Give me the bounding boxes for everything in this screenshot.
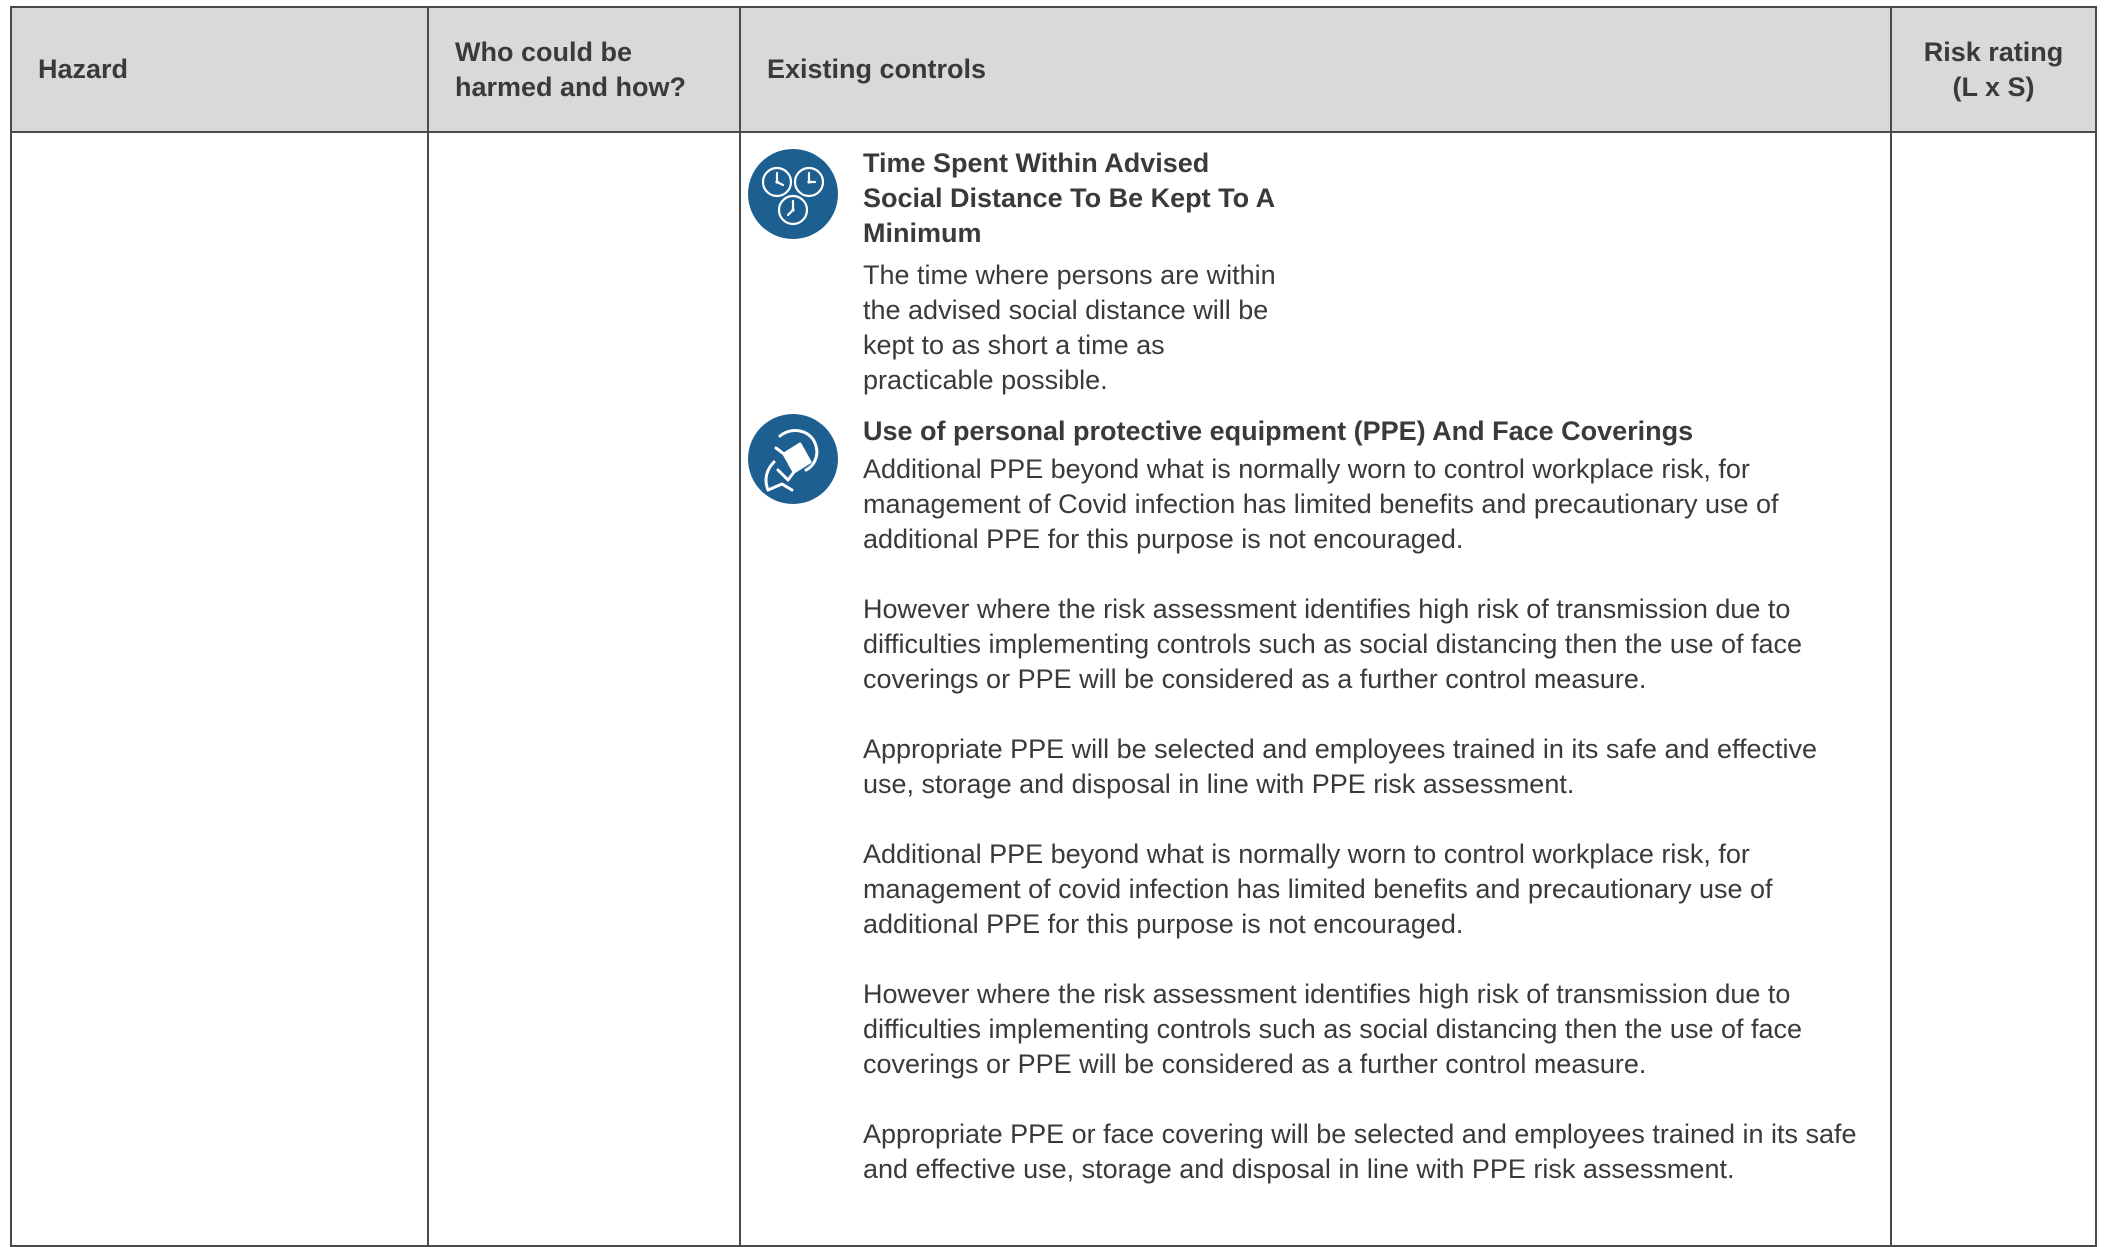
- control-paragraph: Additional PPE beyond what is normally w…: [863, 839, 1773, 939]
- control-item-time-spent: Time Spent Within Advised Social Distanc…: [741, 133, 1890, 398]
- header-risk-rating-label: Risk rating (L x S): [1923, 36, 2064, 102]
- face-mask-icon: [748, 414, 838, 504]
- control-paragraph: However where the risk assessment identi…: [863, 594, 1803, 694]
- control-paragraph: However where the risk assessment identi…: [863, 979, 1803, 1079]
- control-paragraph: Additional PPE beyond what is normally w…: [863, 454, 1779, 554]
- control-title: Use of personal protective equipment (PP…: [863, 416, 1694, 446]
- table-row: Time Spent Within Advised Social Distanc…: [10, 131, 2097, 1247]
- header-who-harmed: Who could be harmed and how?: [427, 6, 741, 133]
- header-who-harmed-label: Who could be harmed and how?: [455, 36, 687, 102]
- hazard-cell: [10, 131, 429, 1247]
- control-title: Time Spent Within Advised Social Distanc…: [863, 148, 1275, 248]
- header-hazard: Hazard: [10, 6, 429, 133]
- header-row: Hazard Who could be harmed and how? Exis…: [10, 6, 2097, 133]
- risk-rating-cell: [1890, 131, 2097, 1247]
- header-existing-controls: Existing controls: [739, 6, 1892, 133]
- header-risk-rating: Risk rating (L x S): [1890, 6, 2097, 133]
- clocks-icon: [748, 149, 838, 239]
- control-paragraph: Appropriate PPE will be selected and emp…: [863, 734, 1818, 799]
- who-harmed-cell: [427, 131, 741, 1247]
- existing-controls-cell: Time Spent Within Advised Social Distanc…: [739, 131, 1892, 1247]
- control-paragraph: The time where persons are within the ad…: [863, 260, 1276, 395]
- risk-assessment-table: Hazard Who could be harmed and how? Exis…: [10, 6, 2097, 1247]
- control-item-ppe: Use of personal protective equipment (PP…: [741, 398, 1890, 1187]
- control-paragraph: Appropriate PPE or face covering will be…: [863, 1119, 1857, 1184]
